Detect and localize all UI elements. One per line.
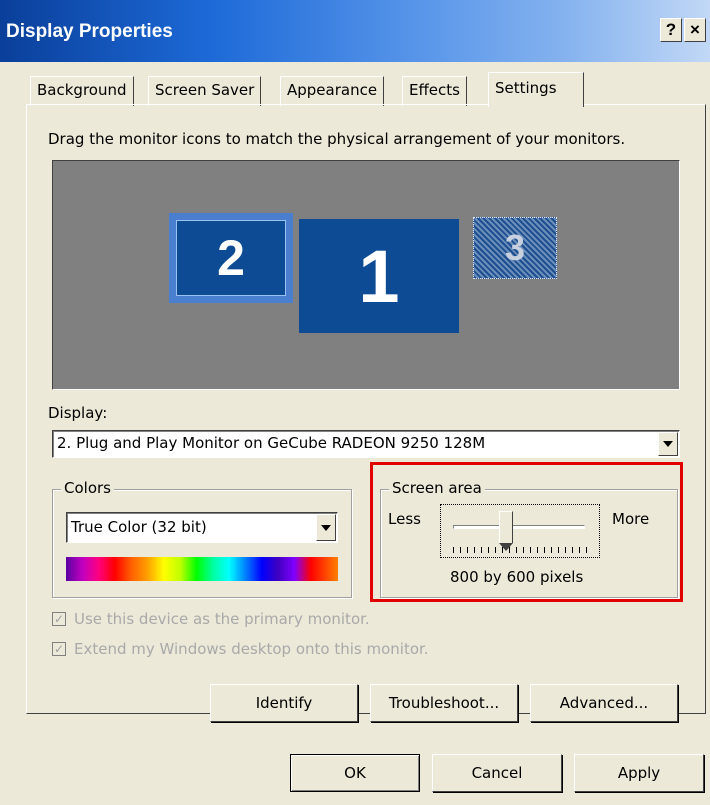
troubleshoot-button[interactable]: Troubleshoot...: [370, 684, 518, 722]
tab-screen-saver[interactable]: Screen Saver: [148, 76, 262, 106]
display-dropdown[interactable]: 2. Plug and Play Monitor on GeCube RADEO…: [52, 430, 680, 458]
monitor-2-number: 2: [217, 230, 245, 286]
monitor-arrangement-area[interactable]: 2 1 3: [52, 160, 680, 390]
instruction-text: Drag the monitor icons to match the phys…: [48, 130, 626, 148]
extend-desktop-checkbox[interactable]: ✓: [52, 642, 66, 656]
primary-monitor-label: Use this device as the primary monitor.: [74, 610, 370, 628]
primary-monitor-checkbox[interactable]: ✓: [52, 612, 66, 626]
advanced-button[interactable]: Advanced...: [530, 684, 678, 722]
tab-background[interactable]: Background: [30, 76, 134, 106]
ok-button[interactable]: OK: [290, 754, 420, 792]
apply-button[interactable]: Apply: [574, 754, 704, 792]
colors-dropdown-value: True Color (32 bit): [71, 518, 207, 536]
display-properties-window: Display Properties ? × Background Screen…: [0, 0, 710, 805]
monitor-3-number: 3: [504, 227, 526, 268]
display-dropdown-arrow-icon[interactable]: [658, 432, 678, 456]
cancel-button[interactable]: Cancel: [432, 754, 562, 792]
colors-legend: Colors: [61, 479, 114, 497]
identify-button[interactable]: Identify: [210, 684, 358, 722]
tab-appearance[interactable]: Appearance: [280, 76, 385, 106]
screen-area-highlight-annotation: [370, 462, 683, 602]
monitor-1-number: 1: [358, 234, 400, 318]
display-dropdown-value: 2. Plug and Play Monitor on GeCube RADEO…: [57, 434, 486, 452]
tab-settings[interactable]: Settings: [488, 72, 584, 107]
colors-dropdown-arrow-icon[interactable]: [316, 514, 336, 541]
help-button[interactable]: ?: [660, 18, 682, 42]
extend-desktop-label: Extend my Windows desktop onto this moni…: [74, 640, 429, 658]
tab-effects[interactable]: Effects: [402, 76, 467, 106]
colors-group: Colors: [52, 479, 352, 598]
colors-dropdown[interactable]: True Color (32 bit): [66, 512, 338, 543]
monitor-2-icon[interactable]: 2: [176, 220, 286, 296]
display-label: Display:: [48, 404, 108, 422]
title-bar[interactable]: Display Properties ? ×: [0, 0, 710, 62]
window-title: Display Properties: [6, 21, 173, 42]
monitor-1-icon[interactable]: 1: [299, 219, 459, 333]
monitor-3-icon[interactable]: 3: [473, 217, 557, 279]
close-button[interactable]: ×: [684, 18, 706, 42]
color-spectrum-bar: [66, 557, 338, 581]
